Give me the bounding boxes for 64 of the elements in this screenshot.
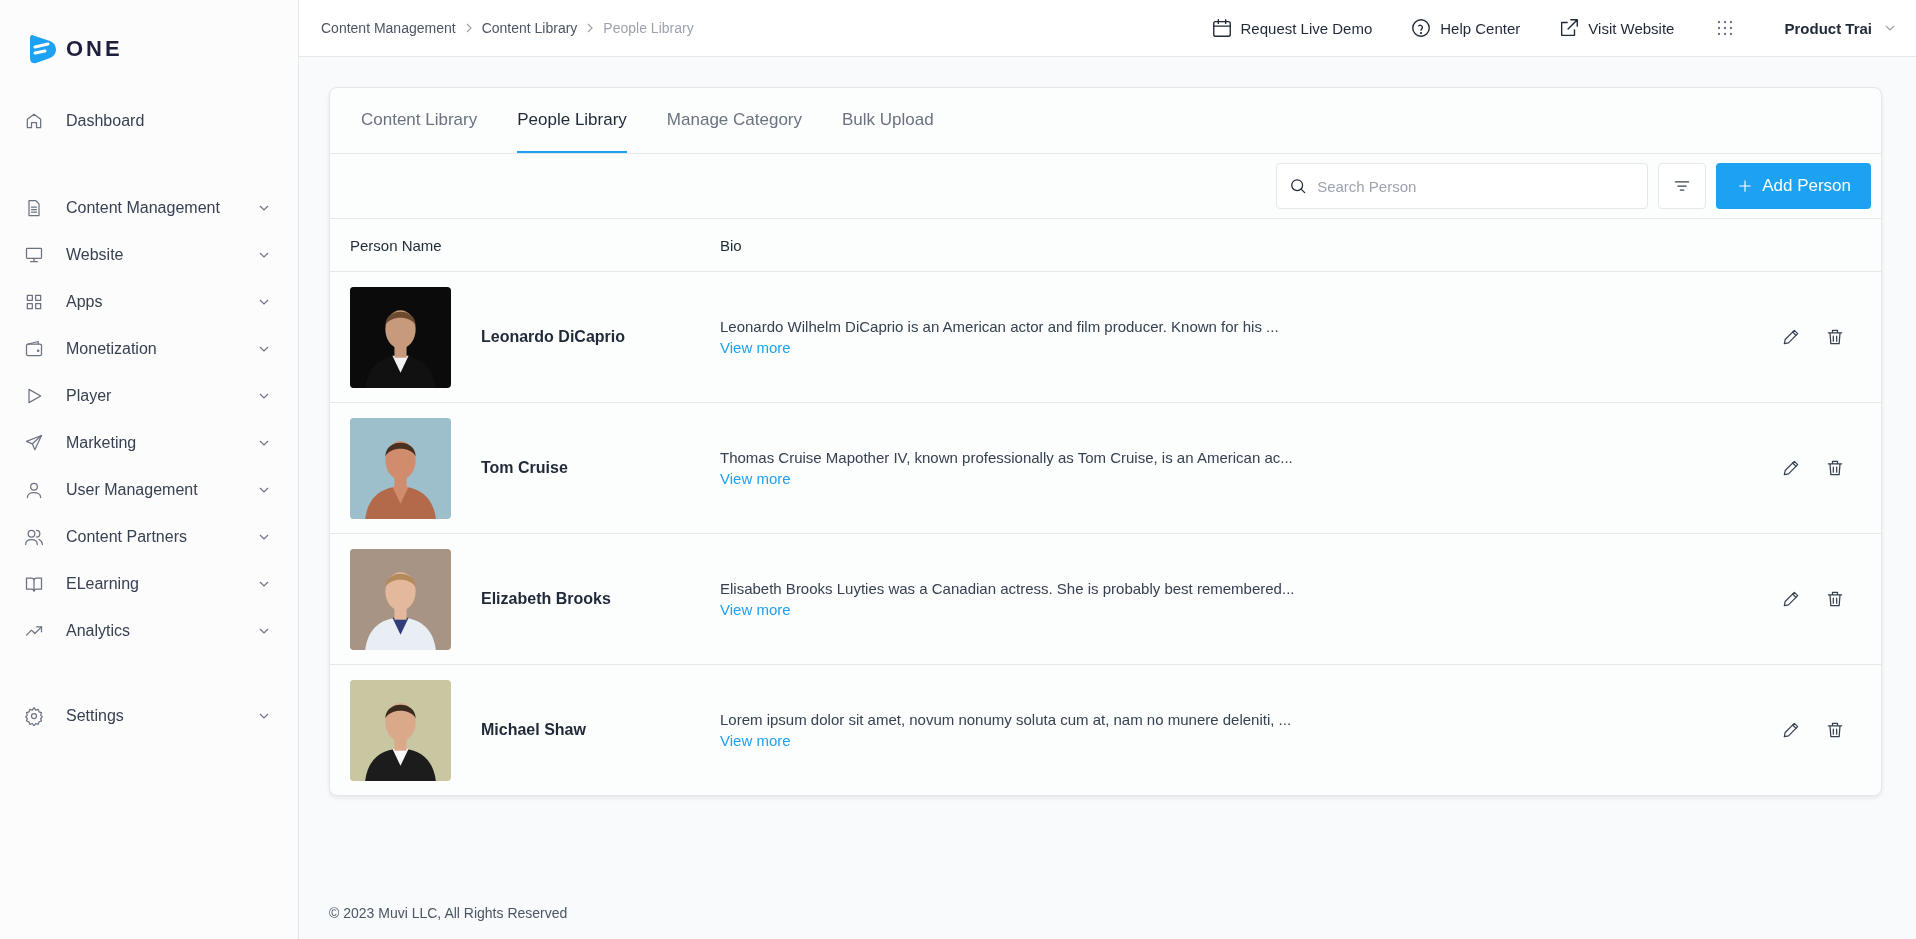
sidebar-item[interactable]: Content Management bbox=[24, 184, 298, 231]
sidebar-item[interactable]: Marketing bbox=[24, 419, 298, 466]
delete-button[interactable] bbox=[1825, 327, 1845, 347]
help-icon bbox=[1410, 17, 1433, 39]
delete-button[interactable] bbox=[1825, 458, 1845, 478]
sidebar-item[interactable]: Content Partners bbox=[24, 513, 298, 560]
edit-button[interactable] bbox=[1781, 589, 1801, 609]
bio-text: Leonardo Wilhelm DiCaprio is an American actor and film producer. Known for his ... bbox=[720, 318, 1280, 335]
person-name: Michael Shaw bbox=[481, 721, 586, 739]
tab[interactable]: People Library bbox=[517, 88, 627, 153]
edit-button[interactable] bbox=[1781, 327, 1801, 347]
edit-button[interactable] bbox=[1781, 720, 1801, 740]
edit-button[interactable] bbox=[1781, 458, 1801, 478]
delete-button[interactable] bbox=[1825, 589, 1845, 609]
pencil-icon bbox=[1781, 458, 1801, 478]
bio-text: Thomas Cruise Mapother IV, known professionally as Tom Cruise, is an American ac... bbox=[720, 449, 1294, 466]
sidebar-item[interactable]: User Management bbox=[24, 466, 298, 513]
filter-button[interactable] bbox=[1658, 163, 1707, 209]
header-link-label: Request Live Demo bbox=[1240, 19, 1373, 37]
sidebar-item[interactable]: Dashboard bbox=[24, 97, 298, 144]
wallet-icon bbox=[24, 338, 44, 359]
header-link[interactable]: Request Live Demo bbox=[1210, 17, 1373, 39]
pencil-icon bbox=[1781, 327, 1801, 347]
bio-text: Lorem ipsum dolor sit amet, novum nonumy soluta cum at, nam no munere deleniti, ... bbox=[720, 711, 1293, 728]
external-link-icon bbox=[1558, 17, 1581, 39]
pencil-icon bbox=[1781, 589, 1801, 609]
sidebar-item[interactable]: Monetization bbox=[24, 325, 298, 372]
user-menu[interactable]: Product Trai bbox=[1784, 19, 1896, 37]
column-header: Bio bbox=[720, 236, 743, 254]
header-link[interactable]: Visit Website bbox=[1558, 17, 1675, 39]
header-link[interactable]: Help Center bbox=[1410, 17, 1521, 39]
breadcrumb-item[interactable]: Content Management bbox=[321, 20, 456, 36]
trash-icon bbox=[1825, 720, 1845, 740]
sidebar-item[interactable]: Website bbox=[24, 231, 298, 278]
tab[interactable]: Bulk Upload bbox=[842, 88, 934, 153]
calendar-icon bbox=[1210, 17, 1233, 39]
person-name: Elizabeth Brooks bbox=[481, 590, 611, 608]
column-header: Person Name bbox=[350, 236, 443, 254]
apps-grid-icon[interactable] bbox=[1718, 21, 1733, 35]
person-name: Leonardo DiCaprio bbox=[481, 328, 625, 346]
delete-button[interactable] bbox=[1825, 720, 1845, 740]
breadcrumb-item: People Library bbox=[603, 20, 694, 36]
tab[interactable]: Content Library bbox=[361, 88, 478, 153]
header-link-label: Help Center bbox=[1440, 19, 1521, 37]
breadcrumb-item[interactable]: Content Library bbox=[481, 20, 578, 36]
search-field[interactable]: Search Person bbox=[1276, 163, 1649, 209]
tab[interactable]: Manage Category bbox=[666, 88, 802, 153]
sidebar-item[interactable]: ELearning bbox=[24, 560, 298, 607]
sidebar-item[interactable]: Settings bbox=[24, 692, 298, 739]
trash-icon bbox=[1825, 458, 1845, 478]
logo-icon bbox=[28, 33, 58, 65]
header-link-label: Visit Website bbox=[1588, 19, 1675, 37]
pencil-icon bbox=[1781, 720, 1801, 740]
sidebar-item[interactable]: Apps bbox=[24, 278, 298, 325]
copyright-text: © 2023 Muvi LLC, All Rights Reserved bbox=[329, 905, 568, 921]
person-name: Tom Cruise bbox=[481, 459, 568, 477]
bio-text: Elisabeth Brooks Luyties was a Canadian actress. She is probably best remembered... bbox=[720, 580, 1296, 597]
trash-icon bbox=[1825, 327, 1845, 347]
paper-plane-icon bbox=[24, 432, 44, 453]
sidebar-item[interactable]: Analytics bbox=[24, 607, 298, 654]
logo-text: ONE bbox=[66, 36, 123, 62]
sidebar-item[interactable]: Player bbox=[24, 372, 298, 419]
settings-icon bbox=[24, 705, 44, 726]
trash-icon bbox=[1825, 589, 1845, 609]
